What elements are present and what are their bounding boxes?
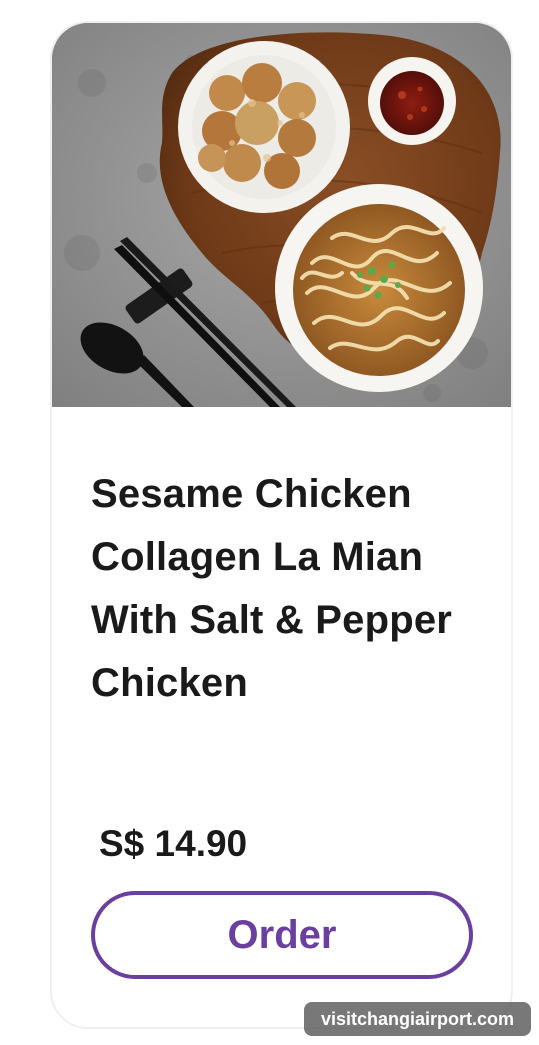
product-card: Sesame Chicken Collagen La Mian With Sal…	[50, 21, 513, 1029]
product-image	[52, 23, 511, 407]
watermark: visitchangiairport.com	[304, 1002, 531, 1036]
product-title: Sesame Chicken Collagen La Mian With Sal…	[91, 472, 453, 705]
product-price: S$ 14.90	[99, 823, 248, 864]
order-button[interactable]: Order	[91, 891, 473, 979]
